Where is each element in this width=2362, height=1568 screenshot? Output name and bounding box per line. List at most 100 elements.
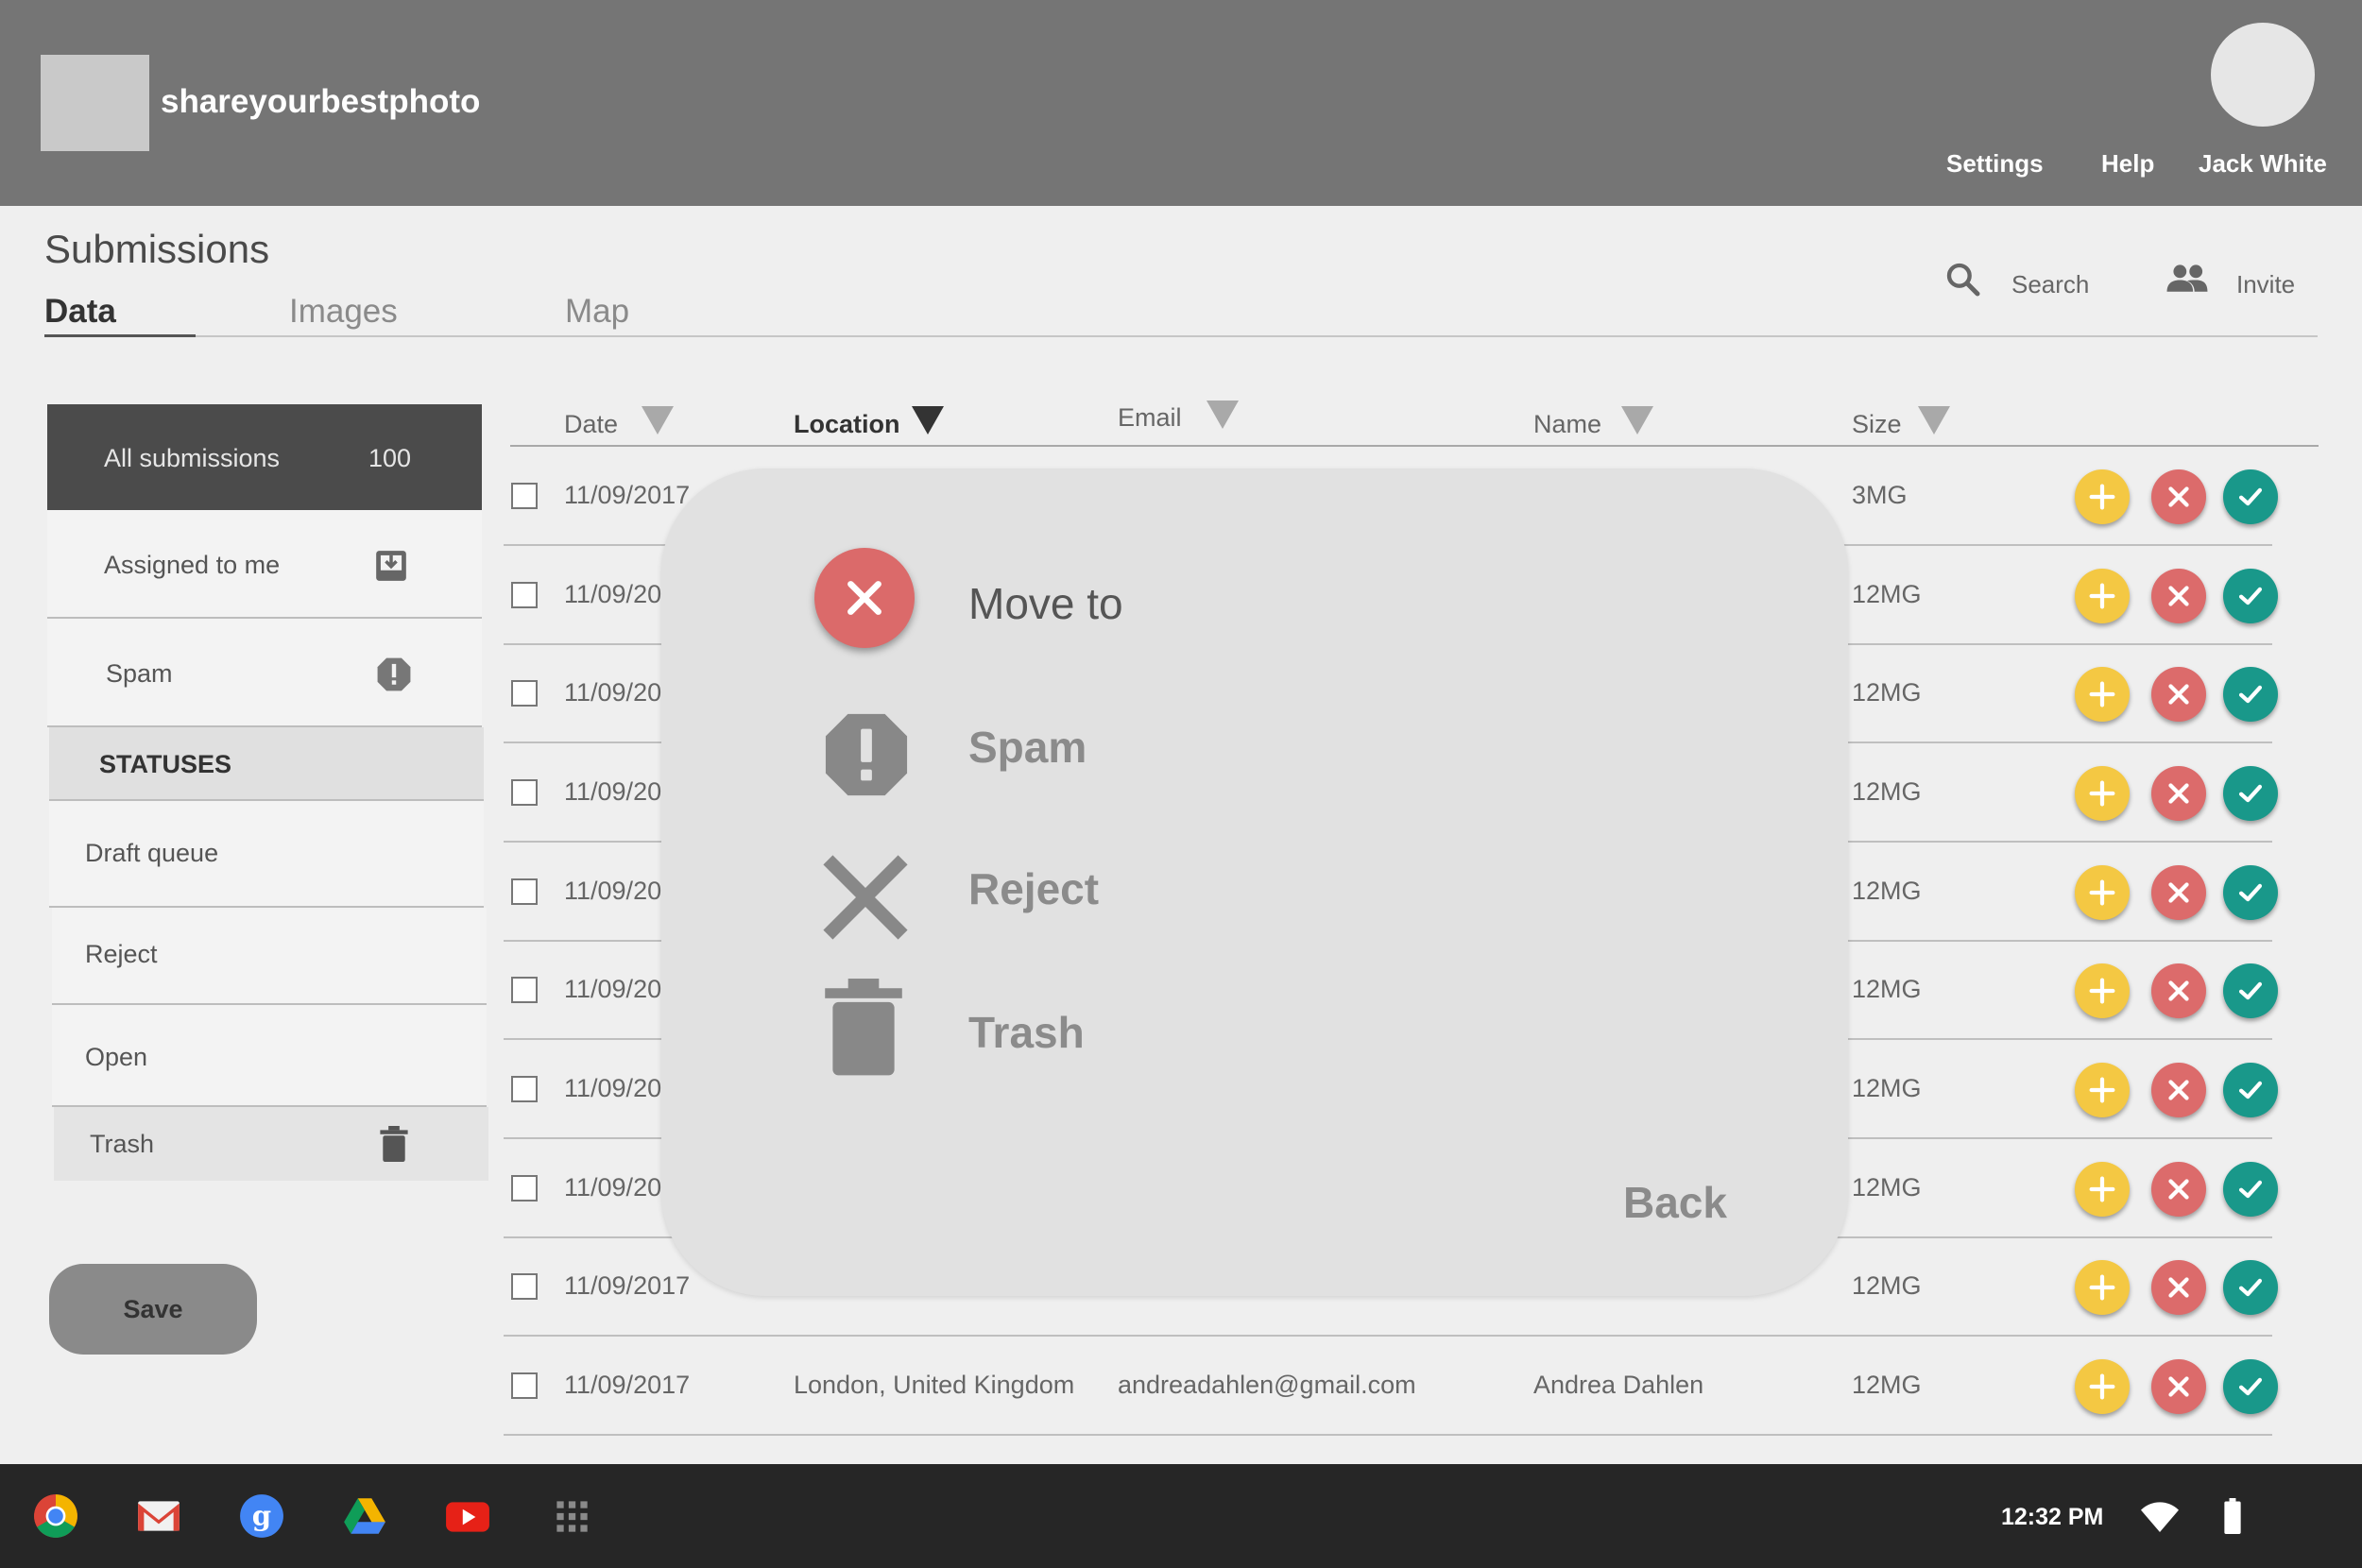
gmail-icon[interactable] bbox=[135, 1492, 182, 1540]
approve-button[interactable] bbox=[2223, 1162, 2278, 1217]
add-button[interactable] bbox=[2075, 1359, 2130, 1414]
reject-button[interactable] bbox=[2151, 569, 2206, 623]
os-taskbar: g 12:32 PM bbox=[0, 1464, 2362, 1568]
row-checkbox[interactable] bbox=[511, 483, 538, 509]
sidebar-item-all-submissions[interactable]: All submissions 100 bbox=[47, 404, 482, 510]
column-header-email[interactable]: Email bbox=[1118, 403, 1182, 433]
wifi-icon[interactable] bbox=[2141, 1502, 2179, 1534]
row-checkbox[interactable] bbox=[511, 1372, 538, 1399]
sidebar-item-spam[interactable]: Spam bbox=[47, 619, 482, 727]
row-checkbox[interactable] bbox=[511, 779, 538, 806]
people-icon[interactable] bbox=[2165, 263, 2209, 295]
check-icon bbox=[2234, 877, 2267, 909]
approve-button[interactable] bbox=[2223, 469, 2278, 524]
youtube-icon[interactable] bbox=[444, 1492, 491, 1540]
column-header-location[interactable]: Location bbox=[794, 410, 900, 439]
approve-button[interactable] bbox=[2223, 667, 2278, 722]
approve-button[interactable] bbox=[2223, 1260, 2278, 1315]
approve-button[interactable] bbox=[2223, 569, 2278, 623]
add-button[interactable] bbox=[2075, 569, 2130, 623]
add-button[interactable] bbox=[2075, 963, 2130, 1018]
add-button[interactable] bbox=[2075, 1260, 2130, 1315]
tab-divider bbox=[44, 335, 2318, 337]
chrome-icon[interactable] bbox=[32, 1492, 79, 1540]
close-icon bbox=[2163, 1074, 2195, 1106]
row-checkbox[interactable] bbox=[511, 582, 538, 608]
move-to-trash-option[interactable]: Trash bbox=[968, 1007, 1085, 1058]
statuses-heading-label: STATUSES bbox=[99, 750, 232, 778]
google-plus-icon[interactable]: g bbox=[238, 1492, 285, 1540]
sort-arrow-icon[interactable] bbox=[912, 406, 944, 435]
tab-data[interactable]: Data bbox=[44, 293, 116, 331]
close-icon[interactable] bbox=[816, 850, 915, 945]
row-checkbox[interactable] bbox=[511, 878, 538, 905]
active-tab-indicator bbox=[44, 334, 196, 337]
close-icon bbox=[2163, 580, 2195, 612]
reject-button[interactable] bbox=[2151, 1162, 2206, 1217]
battery-icon[interactable] bbox=[2224, 1498, 2241, 1534]
approve-button[interactable] bbox=[2223, 865, 2278, 920]
reject-button[interactable] bbox=[2151, 469, 2206, 524]
sidebar-item-label: Assigned to me bbox=[104, 551, 281, 579]
add-button[interactable] bbox=[2075, 865, 2130, 920]
add-button[interactable] bbox=[2075, 1063, 2130, 1117]
sidebar-item-reject[interactable]: Reject bbox=[52, 908, 487, 1005]
approve-button[interactable] bbox=[2223, 963, 2278, 1018]
tab-images[interactable]: Images bbox=[289, 293, 398, 331]
add-button[interactable] bbox=[2075, 469, 2130, 524]
sidebar-item-open[interactable]: Open bbox=[52, 1005, 487, 1107]
sort-arrow-icon[interactable] bbox=[1207, 401, 1239, 429]
sidebar-item-draft-queue[interactable]: Draft queue bbox=[49, 801, 484, 908]
add-button[interactable] bbox=[2075, 1162, 2130, 1217]
cell-size: 12MG bbox=[1852, 1173, 1922, 1202]
reject-button[interactable] bbox=[2151, 1063, 2206, 1117]
sort-arrow-icon[interactable] bbox=[1621, 406, 1653, 435]
reject-button[interactable] bbox=[2151, 667, 2206, 722]
sort-arrow-icon[interactable] bbox=[642, 406, 674, 435]
alert-octagon-icon[interactable] bbox=[822, 710, 911, 799]
sidebar-item-assigned[interactable]: Assigned to me bbox=[47, 510, 482, 619]
row-checkbox[interactable] bbox=[511, 1076, 538, 1102]
reject-button[interactable] bbox=[2151, 963, 2206, 1018]
tab-map[interactable]: Map bbox=[565, 293, 629, 331]
save-button[interactable]: Save bbox=[49, 1264, 257, 1355]
reject-button[interactable] bbox=[2151, 1359, 2206, 1414]
sort-arrow-icon[interactable] bbox=[1918, 406, 1950, 435]
sidebar-item-label: Trash bbox=[90, 1130, 155, 1158]
nav-user-link[interactable]: Jack White bbox=[2199, 149, 2327, 179]
reject-button[interactable] bbox=[2151, 1260, 2206, 1315]
column-header-size[interactable]: Size bbox=[1852, 410, 1902, 439]
approve-button[interactable] bbox=[2223, 1359, 2278, 1414]
add-button[interactable] bbox=[2075, 766, 2130, 821]
row-checkbox[interactable] bbox=[511, 977, 538, 1003]
approve-button[interactable] bbox=[2223, 1063, 2278, 1117]
row-checkbox[interactable] bbox=[511, 1273, 538, 1300]
cell-size: 12MG bbox=[1852, 877, 1922, 905]
approve-button[interactable] bbox=[2223, 766, 2278, 821]
close-icon bbox=[2163, 877, 2195, 909]
column-header-name[interactable]: Name bbox=[1533, 410, 1601, 439]
search-button[interactable]: Search bbox=[2011, 270, 2089, 299]
nav-settings-link[interactable]: Settings bbox=[1946, 149, 2044, 179]
user-avatar[interactable] bbox=[2211, 23, 2315, 127]
trash-icon[interactable] bbox=[824, 977, 903, 1077]
app-launcher-icon[interactable] bbox=[548, 1492, 595, 1540]
reject-button[interactable] bbox=[2151, 766, 2206, 821]
invite-button[interactable]: Invite bbox=[2236, 270, 2295, 299]
add-button[interactable] bbox=[2075, 667, 2130, 722]
drive-icon[interactable] bbox=[341, 1492, 388, 1540]
move-to-spam-option[interactable]: Spam bbox=[968, 722, 1087, 773]
column-header-date[interactable]: Date bbox=[564, 410, 618, 439]
plus-icon bbox=[2086, 1371, 2118, 1403]
reject-button[interactable] bbox=[2151, 865, 2206, 920]
cell-size: 12MG bbox=[1852, 1074, 1922, 1102]
nav-help-link[interactable]: Help bbox=[2101, 149, 2154, 179]
sidebar-item-trash[interactable]: Trash bbox=[54, 1107, 488, 1181]
move-to-reject-option[interactable]: Reject bbox=[968, 863, 1099, 914]
search-icon[interactable] bbox=[1944, 261, 1982, 298]
row-checkbox[interactable] bbox=[511, 1175, 538, 1202]
plus-icon bbox=[2086, 777, 2118, 810]
row-checkbox[interactable] bbox=[511, 680, 538, 707]
back-button[interactable]: Back bbox=[1623, 1177, 1727, 1228]
table-row[interactable]: 11/09/2017 London, United Kingdom andreada… bbox=[504, 1337, 2278, 1436]
